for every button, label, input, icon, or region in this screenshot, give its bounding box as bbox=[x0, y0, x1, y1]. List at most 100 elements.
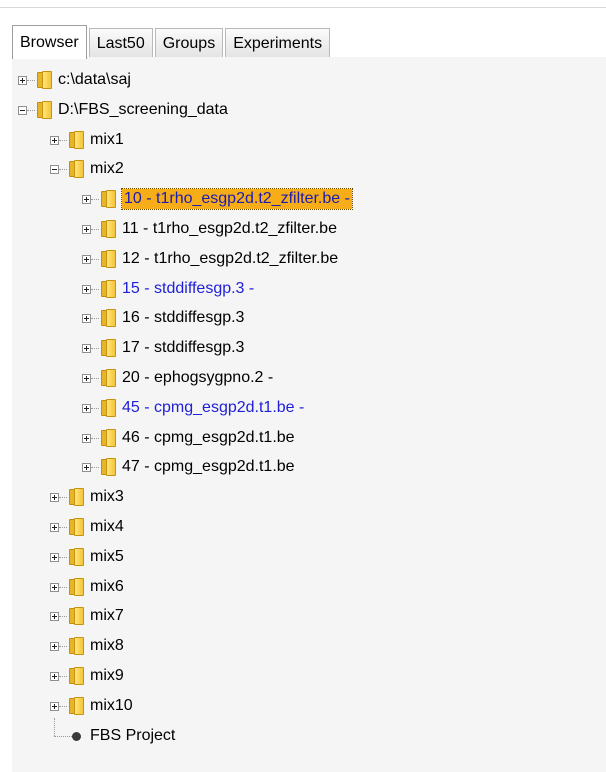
tree-row[interactable]: mix7 bbox=[12, 604, 606, 630]
folder-icon bbox=[68, 131, 84, 149]
tree-item-label[interactable]: 20 - ephogsygpno.2 - bbox=[122, 368, 273, 388]
tree-item-label[interactable]: 15 - stddiffesgp.3 - bbox=[122, 279, 254, 299]
tree-row[interactable]: 11 - t1rho_esgp2d.t2_zfilter.be bbox=[12, 217, 606, 243]
tree-item-label[interactable]: mix4 bbox=[90, 517, 124, 537]
tree-item-label[interactable]: mix3 bbox=[90, 487, 124, 507]
collapse-icon[interactable] bbox=[50, 165, 59, 174]
tree-item-label[interactable]: mix5 bbox=[90, 547, 124, 567]
folder-icon bbox=[100, 190, 116, 208]
collapse-icon[interactable] bbox=[18, 106, 27, 115]
tree-item-label[interactable]: mix7 bbox=[90, 606, 124, 626]
tree-row[interactable]: 10 - t1rho_esgp2d.t2_zfilter.be - bbox=[12, 187, 606, 213]
tab-bar: Browser Last50 Groups Experiments bbox=[12, 22, 332, 59]
tree-connector bbox=[91, 467, 99, 468]
tree-item-label[interactable]: D:\FBS_screening_data bbox=[58, 100, 228, 120]
tree-item-label[interactable]: 10 - t1rho_esgp2d.t2_zfilter.be - bbox=[121, 188, 353, 210]
expand-icon[interactable] bbox=[50, 493, 59, 502]
tree-item-label[interactable]: mix10 bbox=[90, 696, 133, 716]
tree-item-label[interactable]: mix2 bbox=[90, 159, 124, 179]
tree-row[interactable]: mix9 bbox=[12, 664, 606, 690]
tree-connector bbox=[59, 527, 67, 528]
tree-item-label[interactable]: 11 - t1rho_esgp2d.t2_zfilter.be bbox=[122, 219, 337, 239]
expand-icon[interactable] bbox=[50, 136, 59, 145]
folder-icon bbox=[100, 309, 116, 327]
tree-item-label[interactable]: mix9 bbox=[90, 666, 124, 686]
folder-icon bbox=[68, 578, 84, 596]
tree-connector bbox=[91, 408, 99, 409]
expand-icon[interactable] bbox=[82, 255, 91, 264]
tree-item-label[interactable]: c:\data\saj bbox=[58, 70, 131, 90]
tab-last50[interactable]: Last50 bbox=[88, 28, 153, 58]
project-node-icon bbox=[72, 732, 81, 741]
tree-row[interactable]: FBS Project bbox=[12, 718, 606, 750]
tree-row[interactable]: 12 - t1rho_esgp2d.t2_zfilter.be bbox=[12, 247, 606, 273]
expand-icon[interactable] bbox=[82, 195, 91, 204]
tree-row[interactable]: mix6 bbox=[12, 575, 606, 601]
expand-icon[interactable] bbox=[50, 672, 59, 681]
folder-icon bbox=[68, 697, 84, 715]
tree-item-label[interactable]: FBS Project bbox=[90, 726, 175, 746]
expand-icon[interactable] bbox=[50, 523, 59, 532]
folder-icon bbox=[100, 458, 116, 476]
tree-row[interactable]: mix8 bbox=[12, 634, 606, 660]
folder-icon bbox=[68, 160, 84, 178]
tree-item-label[interactable]: 12 - t1rho_esgp2d.t2_zfilter.be bbox=[122, 249, 338, 269]
tree-row[interactable]: mix10 bbox=[12, 694, 606, 720]
tree-row[interactable]: D:\FBS_screening_data bbox=[12, 98, 606, 124]
tree-connector bbox=[91, 199, 99, 200]
tree-row[interactable]: 16 - stddiffesgp.3 bbox=[12, 306, 606, 332]
expand-icon[interactable] bbox=[50, 553, 59, 562]
tree-row[interactable]: 17 - stddiffesgp.3 bbox=[12, 336, 606, 362]
expand-icon[interactable] bbox=[82, 314, 91, 323]
expand-icon[interactable] bbox=[82, 434, 91, 443]
tab-browser[interactable]: Browser bbox=[12, 25, 87, 59]
tree-row[interactable]: mix4 bbox=[12, 515, 606, 541]
tree-item-label[interactable]: 47 - cpmg_esgp2d.t1.be bbox=[122, 457, 295, 477]
tree-connector bbox=[91, 438, 99, 439]
folder-icon bbox=[100, 429, 116, 447]
tree-row[interactable]: 20 - ephogsygpno.2 - bbox=[12, 366, 606, 392]
tree-connector bbox=[54, 718, 55, 736]
tree-connector bbox=[91, 229, 99, 230]
tab-groups[interactable]: Groups bbox=[154, 28, 224, 58]
expand-icon[interactable] bbox=[82, 404, 91, 413]
expand-icon[interactable] bbox=[50, 702, 59, 711]
expand-icon[interactable] bbox=[82, 374, 91, 383]
tree-item-label[interactable]: 45 - cpmg_esgp2d.t1.be - bbox=[122, 398, 304, 418]
folder-icon bbox=[68, 518, 84, 536]
tree-connector bbox=[91, 348, 99, 349]
expand-icon[interactable] bbox=[82, 285, 91, 294]
tree-item-label[interactable]: mix8 bbox=[90, 636, 124, 656]
tree-row[interactable]: 47 - cpmg_esgp2d.t1.be bbox=[12, 455, 606, 481]
tree-connector bbox=[91, 259, 99, 260]
folder-icon bbox=[36, 101, 52, 119]
tree-item-label[interactable]: 16 - stddiffesgp.3 bbox=[122, 308, 244, 328]
tree-item-label[interactable]: mix6 bbox=[90, 577, 124, 597]
tree-row[interactable]: mix3 bbox=[12, 485, 606, 511]
folder-icon bbox=[68, 548, 84, 566]
expand-icon[interactable] bbox=[50, 583, 59, 592]
tree-row[interactable]: mix2 bbox=[12, 157, 606, 183]
tree-connector bbox=[59, 497, 67, 498]
tree-item-label[interactable]: 17 - stddiffesgp.3 bbox=[122, 338, 244, 358]
tree-row[interactable]: 45 - cpmg_esgp2d.t1.be - bbox=[12, 396, 606, 422]
expand-icon[interactable] bbox=[50, 642, 59, 651]
browser-panel: c:\data\saj D:\FBS_screening_data mix1 mix2… bbox=[12, 57, 606, 772]
tab-experiments[interactable]: Experiments bbox=[225, 28, 331, 58]
expand-icon[interactable] bbox=[18, 76, 27, 85]
tree-row[interactable]: mix5 bbox=[12, 545, 606, 571]
expand-icon[interactable] bbox=[82, 225, 91, 234]
expand-icon[interactable] bbox=[50, 612, 59, 621]
expand-icon[interactable] bbox=[82, 463, 91, 472]
tree-item-label[interactable]: mix1 bbox=[90, 130, 124, 150]
expand-icon[interactable] bbox=[82, 344, 91, 353]
tree-item-label[interactable]: 46 - cpmg_esgp2d.t1.be bbox=[122, 428, 295, 448]
top-border bbox=[0, 0, 606, 8]
tree-connector bbox=[59, 557, 67, 558]
tree-row[interactable]: 46 - cpmg_esgp2d.t1.be bbox=[12, 426, 606, 452]
tree-row[interactable]: mix1 bbox=[12, 128, 606, 154]
tree-connector bbox=[59, 646, 67, 647]
folder-icon bbox=[68, 667, 84, 685]
tree-row[interactable]: c:\data\saj bbox=[12, 68, 606, 94]
tree-row[interactable]: 15 - stddiffesgp.3 - bbox=[12, 277, 606, 303]
